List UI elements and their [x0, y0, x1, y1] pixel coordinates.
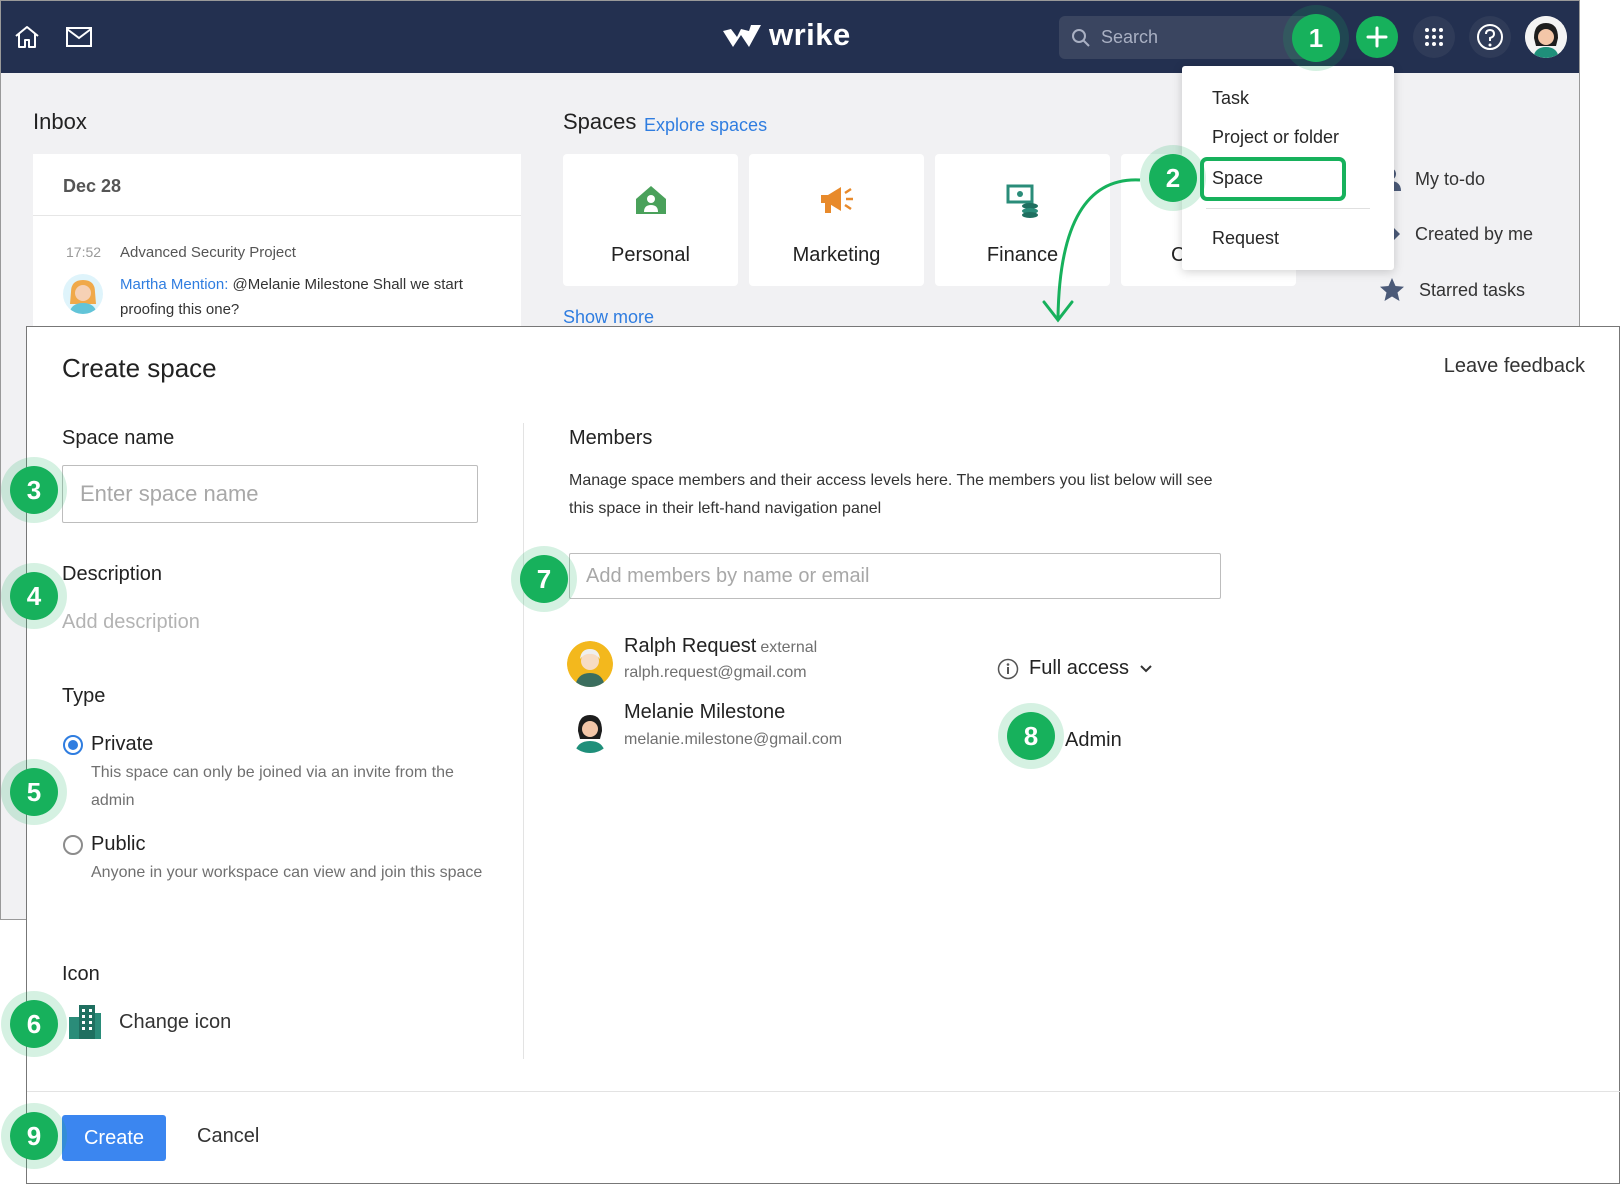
top-navigation-bar: wrike Search: [1, 1, 1579, 73]
space-card-label: Personal: [611, 244, 690, 266]
starred-tasks-link[interactable]: Starred tasks: [1379, 277, 1525, 303]
step-marker-7: 7: [520, 555, 568, 603]
create-button[interactable]: Create: [62, 1115, 166, 1161]
step-marker-9: 9: [10, 1112, 58, 1160]
member-email: melanie.milestone@gmail.com: [624, 731, 843, 748]
help-button[interactable]: [1469, 16, 1511, 58]
apps-grid-icon: [1425, 28, 1443, 46]
notification-message: Martha Mention: @Melanie Milestone Shall…: [120, 272, 500, 322]
private-radio[interactable]: [63, 735, 83, 755]
member-name-text: Ralph Request: [624, 635, 757, 657]
megaphone-icon: [820, 187, 853, 213]
mail-icon[interactable]: [61, 19, 97, 55]
description-input[interactable]: Add description: [62, 611, 200, 634]
public-radio[interactable]: [63, 835, 83, 855]
menu-item-project-or-folder[interactable]: Project or folder: [1212, 127, 1339, 148]
search-icon: [1072, 28, 1090, 47]
public-label[interactable]: Public: [91, 833, 145, 856]
my-todo-label: My to-do: [1415, 168, 1486, 189]
inbox-title: Inbox: [33, 109, 87, 134]
help-icon: [1477, 24, 1503, 50]
leave-feedback-link[interactable]: Leave feedback: [1444, 355, 1585, 378]
member-email: ralph.request@gmail.com: [624, 664, 807, 681]
apps-button[interactable]: [1413, 16, 1455, 58]
private-description: This space can only be joined via an inv…: [91, 764, 454, 809]
access-level-label: Full access: [1029, 657, 1130, 679]
chevron-down-icon: [1140, 664, 1152, 672]
created-by-me-link[interactable]: Created by me: [1379, 223, 1533, 245]
mention-link[interactable]: Martha Mention:: [120, 276, 228, 293]
cancel-button[interactable]: Cancel: [197, 1125, 259, 1148]
my-todo-link[interactable]: My to-do: [1379, 167, 1485, 191]
private-label[interactable]: Private: [91, 733, 153, 756]
building-icon[interactable]: [67, 1003, 103, 1044]
logo-text: wrike: [769, 17, 851, 52]
step-marker-3: 3: [10, 466, 58, 514]
space-card-marketing[interactable]: Marketing: [749, 154, 924, 286]
description-label: Description: [62, 563, 163, 585]
members-title: Members: [569, 427, 653, 449]
show-more-link[interactable]: Show more: [563, 307, 654, 328]
menu-item-task[interactable]: Task: [1212, 88, 1249, 109]
created-by-me-label: Created by me: [1415, 223, 1534, 244]
space-card-personal[interactable]: Personal: [563, 154, 738, 286]
notification-project[interactable]: Advanced Security Project: [120, 244, 296, 261]
add-members-input[interactable]: [569, 553, 1221, 599]
step-marker-1: 1: [1292, 14, 1340, 62]
dialog-title: Create space: [62, 353, 217, 383]
inbox-date: Dec 28: [63, 176, 122, 196]
highlight-box: [1200, 157, 1346, 201]
space-card-label: Finance: [986, 244, 1059, 266]
info-icon: [997, 658, 1019, 679]
spaces-title: Spaces: [563, 109, 637, 134]
type-label: Type: [62, 685, 106, 707]
divider: [33, 215, 521, 216]
avatar: [63, 274, 103, 314]
notification-time: 17:52: [66, 244, 102, 260]
space-name-input[interactable]: [62, 465, 478, 523]
change-icon-button[interactable]: Change icon: [119, 1011, 231, 1034]
admin-role-label: Admin: [1065, 729, 1122, 751]
external-tag: external: [760, 639, 818, 656]
plus-icon: [1366, 26, 1388, 48]
inbox-card: Dec 28 17:52 Advanced Security Project M…: [33, 154, 521, 334]
member-name: Melanie Milestone: [624, 701, 786, 723]
home-icon[interactable]: [9, 19, 45, 55]
starred-tasks-label: Starred tasks: [1419, 279, 1526, 300]
menu-item-request[interactable]: Request: [1212, 228, 1279, 249]
star-icon: [1380, 278, 1404, 301]
space-card-label: Marketing: [792, 244, 881, 266]
member-name: Ralph Request external: [624, 635, 817, 658]
search-placeholder: Search: [1101, 27, 1159, 47]
divider: [27, 1091, 1620, 1092]
members-description: Manage space members and their access le…: [569, 472, 1213, 517]
finance-icon: [1006, 184, 1038, 218]
step-marker-2: 2: [1149, 154, 1197, 202]
user-avatar[interactable]: [1525, 16, 1567, 58]
step-marker-4: 4: [10, 572, 58, 620]
space-card-finance[interactable]: Finance: [935, 154, 1110, 286]
avatar: [567, 641, 613, 687]
icon-label: Icon: [62, 963, 100, 985]
step-marker-6: 6: [10, 1000, 58, 1048]
avatar: [567, 707, 613, 753]
step-marker-5: 5: [10, 768, 58, 816]
create-space-dialog: Create space Leave feedback Space name D…: [26, 326, 1620, 1184]
house-icon: [635, 186, 666, 214]
search-box[interactable]: Search: [1059, 16, 1319, 59]
access-level-dropdown[interactable]: Full access: [997, 657, 1153, 680]
space-name-label: Space name: [62, 427, 175, 449]
public-description: Anyone in your workspace can view and jo…: [91, 864, 483, 881]
step-marker-8: 8: [1007, 712, 1055, 760]
divider: [1206, 208, 1370, 209]
new-item-button[interactable]: [1356, 16, 1398, 58]
explore-spaces-link[interactable]: Explore spaces: [644, 115, 767, 136]
column-divider: [523, 423, 524, 1059]
wrike-logo: wrike: [721, 17, 851, 53]
